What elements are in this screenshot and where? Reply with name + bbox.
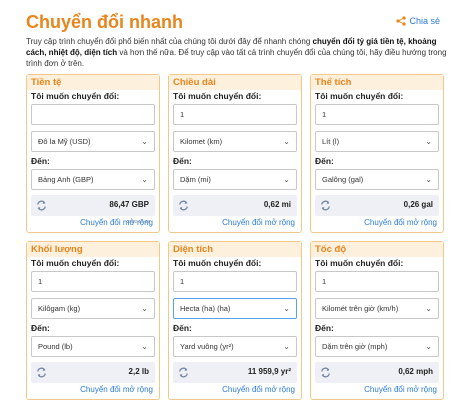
to-unit-value: Dặm trên giờ (mph) [322, 342, 388, 351]
card-title: Tốc độ [311, 242, 443, 257]
to-label: Đến: [31, 156, 50, 166]
converter-card-length: Chiều dài Tôi muốn chuyển đổi: 1 Kilomet… [168, 74, 302, 233]
to-unit-select[interactable]: Galông (gal) ⌄ [315, 169, 439, 190]
card-title: Chiều dài [169, 75, 301, 90]
from-label: Tôi muốn chuyển đổi: [315, 91, 404, 101]
amount-input[interactable]: 1 [173, 271, 297, 292]
extended-conversion-link[interactable]: Chuyển đổi mở rộng [222, 385, 295, 394]
chevron-down-icon: ⌄ [141, 342, 148, 351]
result-value: 11 959,9 yr² [247, 367, 291, 376]
chevron-down-icon: ⌄ [283, 304, 290, 313]
extended-conversion-link[interactable]: Chuyển đổi mở rộng [364, 218, 437, 227]
from-label: Tôi muốn chuyển đổi: [173, 258, 262, 268]
result-box: 0,26 gal [315, 195, 439, 216]
amount-input[interactable]: 1 [315, 271, 439, 292]
from-label: Tôi muốn chuyển đổi: [31, 258, 120, 268]
result-box: 11 959,9 yr² [173, 362, 297, 383]
chevron-down-icon: ⌄ [425, 137, 432, 146]
card-title: Thể tích [311, 75, 443, 90]
page-header: Chuyển đổi nhanh Chia sẻ [26, 10, 446, 36]
to-unit-select[interactable]: Pound (lb) ⌄ [31, 336, 155, 357]
to-label: Đến: [173, 323, 192, 333]
from-unit-value: Kilomét trên giờ (km/h) [322, 304, 399, 313]
refresh-arrows-icon[interactable] [319, 199, 332, 212]
intro-text: Truy cập trình chuyển đổi phổ biến nhất … [26, 36, 450, 69]
from-unit-value: Lít (l) [322, 137, 340, 146]
refresh-arrows-icon[interactable] [177, 199, 190, 212]
to-unit-value: Bảng Anh (GBP) [38, 175, 94, 184]
converter-card-area: Diện tích Tôi muốn chuyển đổi: 1 Hecta (… [168, 241, 302, 400]
from-label: Tôi muốn chuyển đổi: [31, 91, 120, 101]
result-box: 0,62 mi [173, 195, 297, 216]
from-label: Tôi muốn chuyển đổi: [315, 258, 404, 268]
card-title: Diện tích [169, 242, 301, 257]
refresh-arrows-icon[interactable] [35, 366, 48, 379]
converter-card-currency: Tiền tệ Tôi muốn chuyển đổi: Đô la Mỹ (U… [26, 74, 160, 233]
amount-input[interactable]: 1 [173, 104, 297, 125]
from-unit-select[interactable]: Đô la Mỹ (USD) ⌄ [31, 131, 155, 152]
from-unit-select[interactable]: Kilôgam (kg) ⌄ [31, 298, 155, 319]
to-unit-value: Yard vuông (yr²) [180, 342, 234, 351]
chevron-down-icon: ⌄ [283, 137, 290, 146]
extended-conversion-link[interactable]: Chuyển đổi mở rộng [222, 218, 295, 227]
result-value: 86,47 GBP [109, 200, 149, 209]
converter-card-mass: Khối lượng Tôi muốn chuyển đổi: 1 Kilôga… [26, 241, 160, 400]
refresh-arrows-icon[interactable] [319, 366, 332, 379]
chevron-down-icon: ⌄ [425, 175, 432, 184]
from-unit-select[interactable]: Kilomet (km) ⌄ [173, 131, 297, 152]
share-label: Chia sẻ [409, 16, 440, 26]
to-unit-select[interactable]: Bảng Anh (GBP) ⌄ [31, 169, 155, 190]
result-value: 0,62 mph [398, 367, 433, 376]
result-value: 0,62 mi [263, 200, 291, 209]
to-unit-select[interactable]: Yard vuông (yr²) ⌄ [173, 336, 297, 357]
from-unit-value: Đô la Mỹ (USD) [38, 137, 91, 146]
result-box: 0,62 mph [315, 362, 439, 383]
from-unit-value: Kilomet (km) [180, 137, 223, 146]
intro-part-1: Truy cập trình chuyển đổi phổ biến nhất … [26, 37, 313, 46]
share-icon [396, 16, 407, 26]
card-title: Tiền tệ [27, 75, 159, 90]
from-label: Tôi muốn chuyển đổi: [173, 91, 262, 101]
page-title: Chuyển đổi nhanh [26, 12, 183, 32]
result-value: 0,26 gal [403, 200, 433, 209]
refresh-arrows-icon[interactable] [35, 199, 48, 212]
to-unit-value: Dặm (mi) [180, 175, 211, 184]
chevron-down-icon: ⌄ [283, 342, 290, 351]
amount-input[interactable]: 1 [315, 104, 439, 125]
share-button[interactable]: Chia sẻ [396, 16, 440, 26]
from-unit-value: Kilôgam (kg) [38, 304, 81, 313]
converter-grid: Tiền tệ Tôi muốn chuyển đổi: Đô la Mỹ (U… [26, 74, 448, 400]
chevron-down-icon: ⌄ [141, 175, 148, 184]
refresh-arrows-icon[interactable] [177, 366, 190, 379]
from-unit-select[interactable]: Kilomét trên giờ (km/h) ⌄ [315, 298, 439, 319]
to-unit-value: Galông (gal) [322, 175, 364, 184]
chevron-down-icon: ⌄ [141, 304, 148, 313]
to-unit-select[interactable]: Dặm trên giờ (mph) ⌄ [315, 336, 439, 357]
card-title: Khối lượng [27, 242, 159, 257]
result-box: 2,2 lb [31, 362, 155, 383]
result-box: 86,47 GBP 2022-10-28 [31, 195, 155, 224]
to-label: Đến: [173, 156, 192, 166]
chevron-down-icon: ⌄ [425, 304, 432, 313]
to-unit-select[interactable]: Dặm (mi) ⌄ [173, 169, 297, 190]
amount-input[interactable]: 1 [31, 271, 155, 292]
extended-conversion-link[interactable]: Chuyển đổi mở rộng [80, 385, 153, 394]
from-unit-select[interactable]: Hecta (ha) (ha) ⌄ [173, 298, 297, 319]
from-unit-select[interactable]: Lít (l) ⌄ [315, 131, 439, 152]
chevron-down-icon: ⌄ [425, 342, 432, 351]
to-label: Đến: [315, 323, 334, 333]
amount-input[interactable] [31, 104, 155, 125]
to-unit-value: Pound (lb) [38, 342, 73, 351]
chevron-down-icon: ⌄ [141, 137, 148, 146]
extended-conversion-link[interactable]: Chuyển đổi mở rộng [364, 385, 437, 394]
chevron-down-icon: ⌄ [283, 175, 290, 184]
result-value: 2,2 lb [128, 367, 149, 376]
to-label: Đến: [31, 323, 50, 333]
extended-conversion-link[interactable]: Chuyển đổi mở rộng [80, 218, 153, 227]
converter-card-speed: Tốc độ Tôi muốn chuyển đổi: 1 Kilomét tr… [310, 241, 444, 400]
to-label: Đến: [315, 156, 334, 166]
converter-card-volume: Thể tích Tôi muốn chuyển đổi: 1 Lít (l) ⌄… [310, 74, 444, 233]
from-unit-value: Hecta (ha) (ha) [180, 304, 231, 313]
